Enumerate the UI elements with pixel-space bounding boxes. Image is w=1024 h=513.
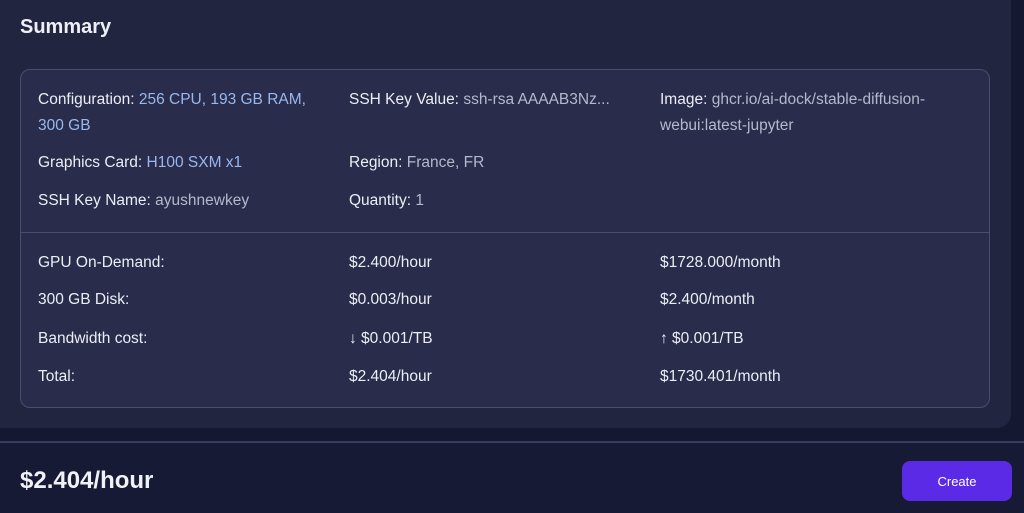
ssh-key-value-label: SSH Key Value: [349, 91, 459, 108]
total-price: $2.404/hour [20, 467, 154, 494]
summary-card: Configuration: 256 CPU, 193 GB RAM, 300 … [20, 69, 990, 408]
region-label: Region: [349, 154, 403, 171]
cost-hourly: ↓ $0.001/TB [349, 330, 433, 347]
section-divider [21, 232, 989, 233]
cost-label: Bandwidth cost: [38, 330, 148, 347]
cost-monthly: $1730.401/month [660, 368, 781, 385]
region-value: France, FR [406, 154, 485, 171]
image-value: ghcr.io/ai-dock/stable-diffusion- [711, 91, 926, 108]
graphics-card-item: Graphics Card: H100 SXM x1 [38, 150, 338, 176]
cost-label: Total: [38, 368, 76, 385]
ssh-key-name-label: SSH Key Name: [38, 192, 151, 209]
footer-bar: $2.404/hour Create [0, 443, 1024, 513]
cost-monthly: $2.400/month [660, 291, 755, 308]
configuration-value: 256 CPU, 193 GB RAM, [138, 91, 306, 108]
quantity-item: Quantity: 1 [349, 188, 649, 214]
create-button[interactable]: Create [902, 461, 1012, 501]
summary-title: Summary [20, 16, 112, 38]
ssh-key-value-item: SSH Key Value: ssh-rsa AAAAB3Nz... [349, 87, 649, 113]
image-value-cont: webui:latest-jupyter [660, 117, 794, 134]
cost-hourly: $2.400/hour [349, 254, 432, 271]
cost-monthly: $1728.000/month [660, 254, 781, 271]
image-label: Image: [660, 91, 708, 108]
configuration-item: Configuration: 256 CPU, 193 GB RAM, 300 … [38, 87, 338, 139]
ssh-key-name-item: SSH Key Name: ayushnewkey [38, 188, 338, 214]
cost-monthly: ↑ $0.001/TB [660, 330, 744, 347]
ssh-key-name-value: ayushnewkey [155, 192, 250, 209]
cost-hourly: $2.404/hour [349, 368, 432, 385]
image-item: Image: ghcr.io/ai-dock/stable-diffusion-… [660, 87, 980, 139]
graphics-card-label: Graphics Card: [38, 154, 143, 171]
cost-hourly: $0.003/hour [349, 291, 432, 308]
quantity-label: Quantity: [349, 192, 412, 209]
summary-panel: Summary Configuration: 256 CPU, 193 GB R… [0, 0, 1011, 428]
quantity-value: 1 [415, 192, 424, 209]
graphics-card-value: H100 SXM x1 [146, 154, 243, 171]
cost-label: 300 GB Disk: [38, 291, 130, 308]
region-item: Region: France, FR [349, 150, 649, 176]
cost-label: GPU On-Demand: [38, 254, 165, 271]
configuration-value-cont: 300 GB [38, 117, 91, 134]
ssh-key-value: ssh-rsa AAAAB3Nz... [463, 91, 610, 108]
configuration-label: Configuration: [38, 91, 135, 108]
